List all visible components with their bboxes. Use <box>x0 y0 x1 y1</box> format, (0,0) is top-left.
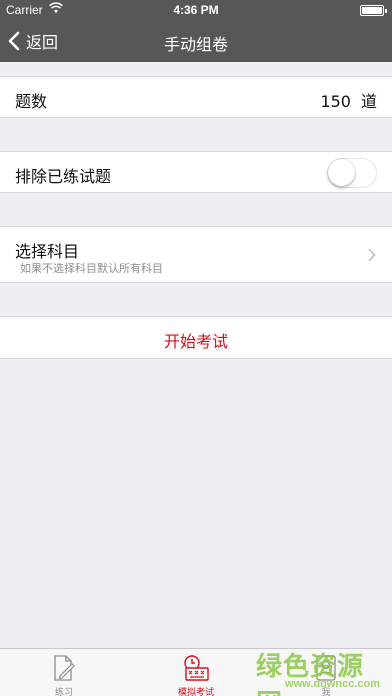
tab-practice[interactable]: 练习 <box>24 649 104 696</box>
question-count-unit: 道 <box>360 92 377 111</box>
start-exam-row[interactable]: 开始考试 <box>0 316 392 359</box>
battery-nub <box>385 9 387 13</box>
chevron-right-icon <box>368 247 376 266</box>
person-icon <box>314 654 338 686</box>
battery-fill <box>362 7 382 14</box>
exclude-practiced-label: 排除已练试题 <box>15 167 112 186</box>
tab-bar: 练习 模拟考试 我 <box>0 648 392 696</box>
start-exam-button[interactable]: 开始考试 <box>0 328 392 352</box>
clock-label: 4:36 PM <box>173 3 219 17</box>
top-bar: Carrier 4:36 PM 返回 手动组卷 <box>0 0 392 62</box>
question-count-label: 题数 <box>15 92 48 111</box>
edit-document-icon <box>52 654 76 686</box>
page-title: 手动组卷 <box>163 35 228 54</box>
exclude-practiced-row: 排除已练试题 <box>0 151 392 193</box>
question-count-value: 150 道 <box>320 88 377 112</box>
tab-practice-label: 练习 <box>54 688 73 696</box>
question-count-number: 150 <box>320 92 351 111</box>
question-count-row[interactable]: 题数 150 道 <box>0 76 392 118</box>
tab-me[interactable]: 我 <box>286 649 366 696</box>
select-subject-hint: 如果不选择科目默认所有科目 <box>20 262 163 275</box>
toggle-knob <box>328 159 355 186</box>
tab-mock-exam[interactable]: 模拟考试 <box>156 649 236 696</box>
tab-me-label: 我 <box>321 688 331 696</box>
status-bar: Carrier 4:36 PM <box>0 0 392 20</box>
exam-clock-icon <box>182 654 210 686</box>
select-subject-label: 选择科目 <box>15 242 80 261</box>
tab-mock-exam-label: 模拟考试 <box>177 688 214 696</box>
exclude-practiced-toggle[interactable] <box>327 158 377 188</box>
select-subject-row[interactable]: 选择科目 如果不选择科目默认所有科目 <box>0 226 392 283</box>
battery-icon <box>360 5 387 16</box>
